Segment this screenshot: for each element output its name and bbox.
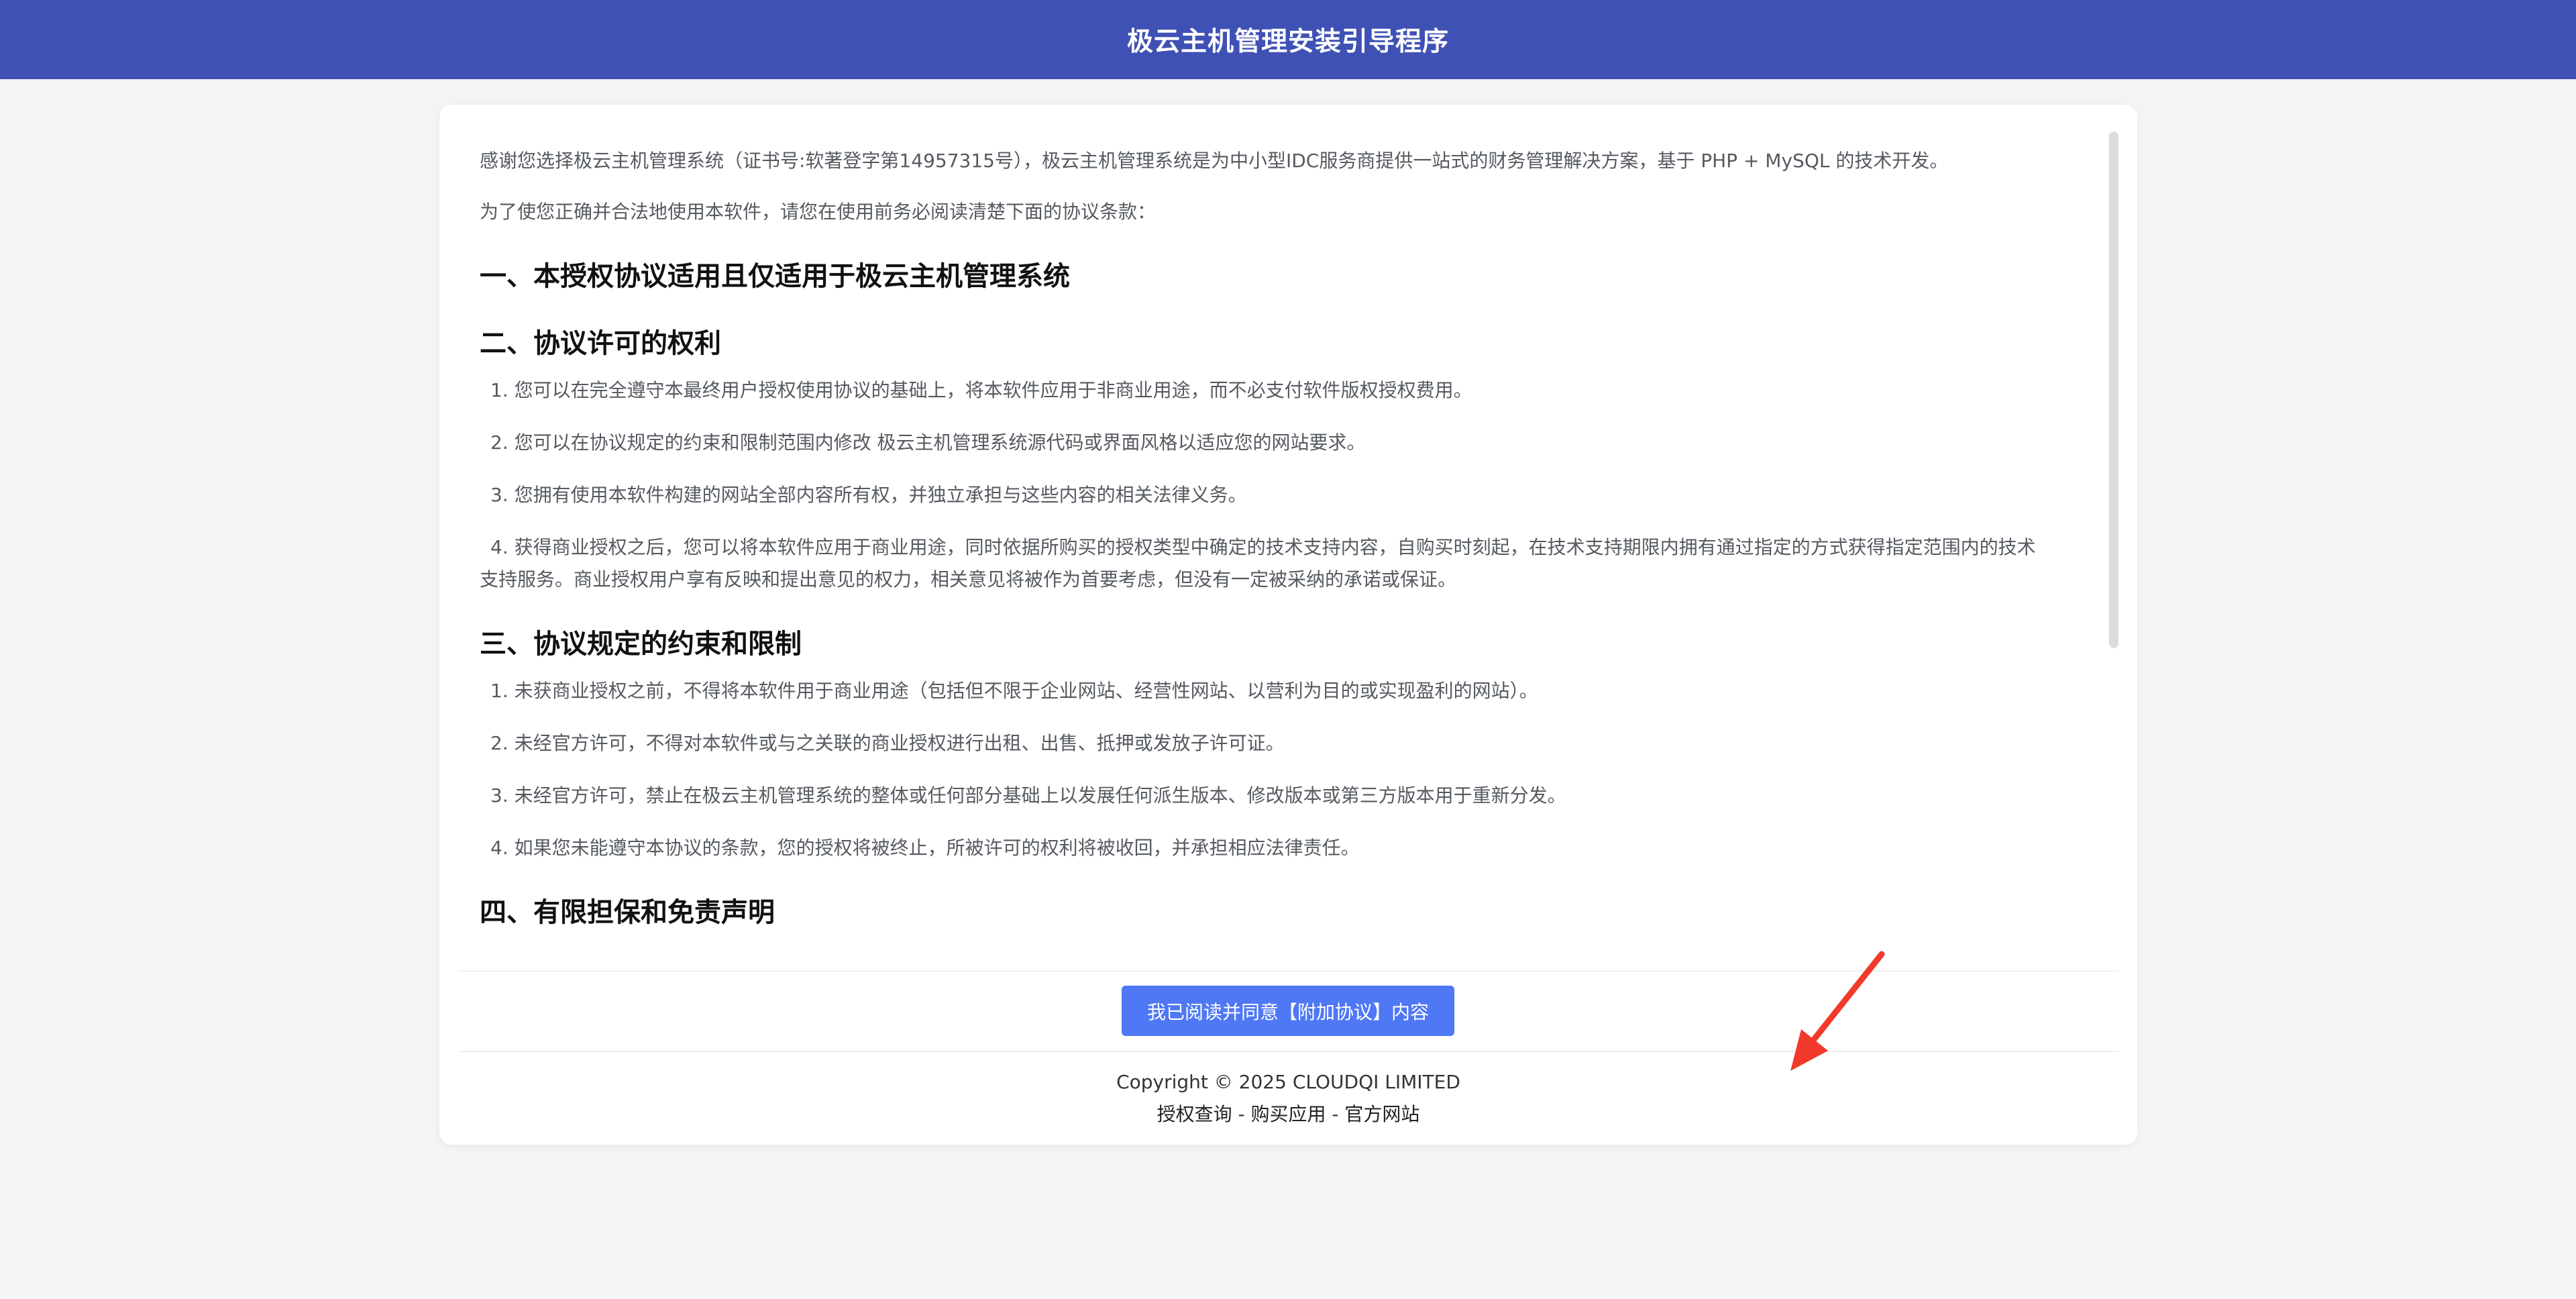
scrollbar-thumb[interactable] (2109, 132, 2118, 648)
arrow-annotation-icon (1790, 951, 1885, 1071)
list-item: 3. 您拥有使用本软件构建的网站全部内容所有权，并独立承担与这些内容的相关法律义… (490, 484, 1247, 506)
list-item: 2. 未经官方许可，不得对本软件或与之关联的商业授权进行出租、出售、抵押或发放子… (490, 732, 1285, 754)
agree-button[interactable]: 我已阅读并同意【附加协议】内容 (1122, 986, 1454, 1036)
section-list: 1. 未获商业授权之前，不得将本软件用于商业用途（包括但不限于企业网站、经营性网… (480, 675, 2049, 864)
list-item: 1. 您可以在完全遵守本最终用户授权使用协议的基础上，将本软件应用于非商业用途，… (490, 379, 1472, 401)
official-site-link[interactable]: 官方网站 (1344, 1103, 1419, 1125)
link-separator: - (1326, 1103, 1345, 1125)
list-item: 3. 未经官方许可，禁止在极云主机管理系统的整体或任何部分基础上以发展任何派生版… (490, 784, 1566, 807)
agreement-card: 感谢您选择极云主机管理系统（证书号:软著登字第14957315号），极云主机管理… (439, 105, 2137, 1145)
intro-paragraph: 感谢您选择极云主机管理系统（证书号:软著登字第14957315号），极云主机管理… (480, 150, 1949, 172)
section-list: 1. 您可以在完全遵守本最终用户授权使用协议的基础上，将本软件应用于非商业用途，… (480, 374, 2049, 596)
footer-links: 授权查询 - 购买应用 - 官方网站 (439, 1098, 2137, 1131)
scrollbar[interactable] (2109, 132, 2118, 1035)
header-bar: 极云主机管理安装引导程序 (0, 0, 2576, 79)
section-heading: 一、本授权协议适用且仅适用于极云主机管理系统 (480, 261, 1070, 292)
intro-paragraph: 为了使您正确并合法地使用本软件，请您在使用前务必阅读清楚下面的协议条款： (480, 201, 1157, 223)
list-item: 4. 如果您未能遵守本协议的条款，您的授权将被终止，所被许可的权利将被收回，并承… (490, 837, 1360, 859)
page-title: 极云主机管理安装引导程序 (1126, 27, 1449, 57)
agreement-text: 感谢您选择极云主机管理系统（证书号:软著登字第14957315号），极云主机管理… (480, 145, 2049, 931)
buy-app-link[interactable]: 购买应用 (1250, 1103, 1326, 1125)
agreement-scroll-area[interactable]: 感谢您选择极云主机管理系统（证书号:软著登字第14957315号），极云主机管理… (480, 132, 2107, 1035)
arrow-shaft (1806, 951, 1885, 1049)
license-query-link[interactable]: 授权查询 (1157, 1103, 1232, 1125)
link-separator: - (1232, 1103, 1251, 1125)
list-item: 1. 未获商业授权之前，不得将本软件用于商业用途（包括但不限于企业网站、经营性网… (490, 680, 1538, 702)
list-item: 4. 获得商业授权之后，您可以将本软件应用于商业用途，同时依据所购买的授权类型中… (480, 536, 2036, 590)
list-item: 2. 您可以在协议规定的约束和限制范围内修改 极云主机管理系统源代码或界面风格以… (490, 431, 1366, 454)
section-heading: 三、协议规定的约束和限制 (480, 629, 802, 660)
section-heading: 四、有限担保和免责声明 (480, 897, 775, 928)
section-heading: 二、协议许可的权利 (480, 328, 721, 359)
arrow-head (1790, 1029, 1828, 1071)
